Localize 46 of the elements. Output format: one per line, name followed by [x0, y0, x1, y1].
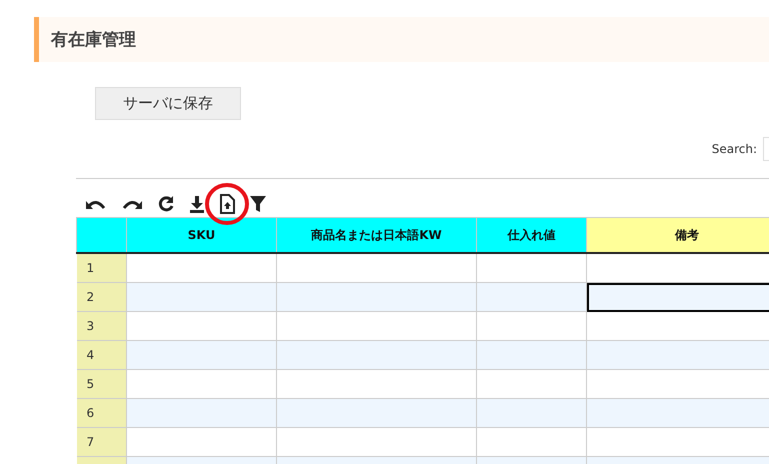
- column-header: SKU: [126, 218, 276, 253]
- row-number: 7: [76, 428, 126, 456]
- file-upload-icon[interactable]: [219, 194, 235, 214]
- table-cell[interactable]: [276, 428, 476, 456]
- row-number: 6: [76, 398, 126, 428]
- table-cell[interactable]: [126, 398, 276, 428]
- row-number: 3: [76, 312, 126, 340]
- search-label: Search:: [712, 142, 757, 156]
- row-number: 4: [76, 340, 126, 370]
- column-header: 備考: [586, 218, 769, 253]
- save-button[interactable]: サーバに保存: [95, 87, 241, 120]
- download-icon[interactable]: [189, 195, 205, 213]
- table-cell[interactable]: [126, 340, 276, 370]
- table-cell[interactable]: [126, 253, 276, 282]
- table-cell[interactable]: [476, 340, 586, 370]
- table-cell[interactable]: [586, 312, 769, 340]
- table-cell[interactable]: [476, 282, 586, 312]
- table-cell[interactable]: [476, 428, 586, 456]
- table-cell[interactable]: [276, 340, 476, 370]
- table-cell[interactable]: [126, 370, 276, 398]
- table-cell[interactable]: [276, 398, 476, 428]
- table-cell[interactable]: [126, 312, 276, 340]
- column-header: 仕入れ値: [476, 218, 586, 253]
- table-cell[interactable]: [476, 370, 586, 398]
- row-number: 1: [76, 253, 126, 282]
- row-number: 2: [76, 282, 126, 312]
- table-cell[interactable]: [586, 340, 769, 370]
- table-cell[interactable]: [126, 282, 276, 312]
- table-cell[interactable]: [586, 370, 769, 398]
- table-cell[interactable]: [126, 428, 276, 456]
- table-cell[interactable]: [276, 370, 476, 398]
- table-cell[interactable]: [476, 253, 586, 282]
- table-cell[interactable]: [586, 428, 769, 456]
- table-cell[interactable]: [276, 253, 476, 282]
- table-cell[interactable]: [586, 398, 769, 428]
- row-number: 5: [76, 370, 126, 398]
- table-cell[interactable]: [276, 312, 476, 340]
- table-cell[interactable]: [586, 282, 769, 312]
- table-cell[interactable]: [586, 253, 769, 282]
- table-cell[interactable]: [476, 312, 586, 340]
- filter-icon[interactable]: [249, 195, 267, 213]
- table-cell[interactable]: [476, 398, 586, 428]
- table-cell[interactable]: [276, 282, 476, 312]
- reload-icon[interactable]: [157, 195, 175, 213]
- column-header: 商品名または日本語KW: [276, 218, 476, 253]
- page-title: 有在庫管理: [51, 29, 136, 51]
